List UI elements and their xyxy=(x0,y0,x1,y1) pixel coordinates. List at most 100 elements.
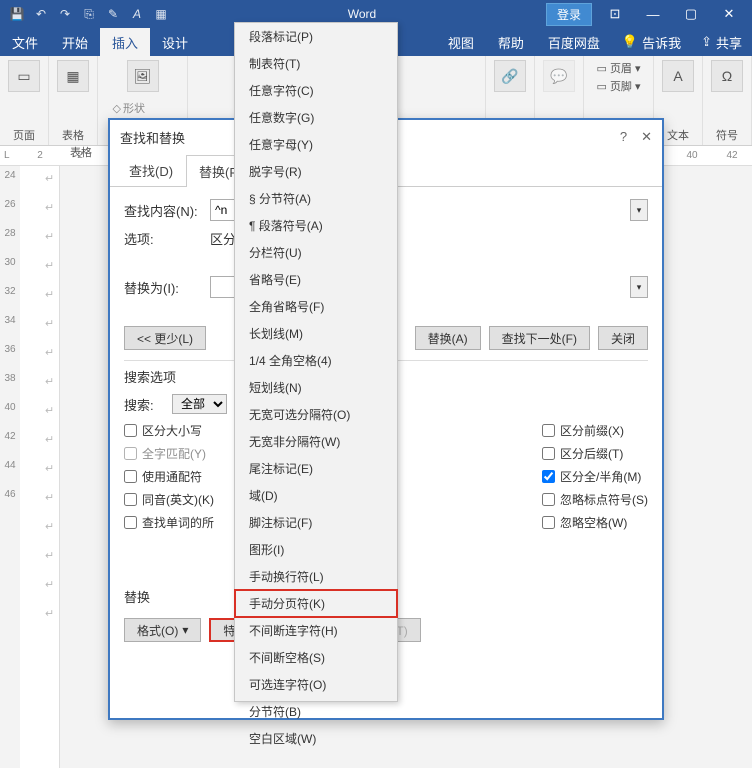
menu-item-8[interactable]: 分栏符(U) xyxy=(235,239,397,266)
chk-wildcards[interactable]: 使用通配符 xyxy=(124,468,214,485)
chk-wordforms[interactable]: 查找单词的所 xyxy=(124,514,214,531)
menu-item-21[interactable]: 手动分页符(K) xyxy=(235,590,397,617)
find-next-button[interactable]: 查找下一处(F) xyxy=(489,326,590,350)
chk-matchcase[interactable]: 区分大小写 xyxy=(124,422,214,439)
close-button[interactable]: 关闭 xyxy=(598,326,648,350)
tab-design[interactable]: 设计 xyxy=(150,28,200,56)
chk-prefix[interactable]: 区分前缀(X) xyxy=(542,422,648,439)
menu-item-9[interactable]: 省略号(E) xyxy=(235,266,397,293)
quick-access-toolbar: 💾 ↶ ↷ ⎘ ✎ A ▦ xyxy=(0,5,178,23)
search-scope-label: 搜索: xyxy=(124,395,164,414)
replace-with-label: 替换为(I): xyxy=(124,278,202,297)
qat-icon-4[interactable]: ⎘ xyxy=(80,5,98,23)
help-icon[interactable]: ? xyxy=(620,129,627,145)
shapes-icon: ◇ xyxy=(113,102,121,115)
app-title: Word xyxy=(178,7,546,21)
menu-item-5[interactable]: 脱字号(R) xyxy=(235,158,397,185)
shapes-button[interactable]: ◇形状 xyxy=(113,98,173,118)
qat-icon-5[interactable]: ✎ xyxy=(104,5,122,23)
menu-item-3[interactable]: 任意数字(G) xyxy=(235,104,397,131)
left-checks: 区分大小写 全字匹配(Y) 使用通配符 同音(英文)(K) 查找单词的所 xyxy=(124,422,214,531)
menu-item-16[interactable]: 尾注标记(E) xyxy=(235,455,397,482)
menu-item-4[interactable]: 任意字母(Y) xyxy=(235,131,397,158)
tab-baidu[interactable]: 百度网盘 xyxy=(536,28,612,56)
symbol-icon[interactable]: Ω xyxy=(711,60,743,92)
chk-suffix[interactable]: 区分后缀(T) xyxy=(542,445,648,462)
tab-help[interactable]: 帮助 xyxy=(486,28,536,56)
lightbulb-icon: 💡 xyxy=(622,34,638,50)
ribbon-group-symbol: Ω 符号 xyxy=(703,56,752,145)
chk-wholeword[interactable]: 全字匹配(Y) xyxy=(124,445,214,462)
redo-icon[interactable]: ↷ xyxy=(56,5,74,23)
menu-item-19[interactable]: 图形(I) xyxy=(235,536,397,563)
tab-file[interactable]: 文件 xyxy=(0,28,50,56)
font-icon[interactable]: A xyxy=(128,5,146,23)
vertical-ruler: 24 26 28 30 32 34 36 38 40 42 44 46 xyxy=(0,166,20,768)
tell-me-search[interactable]: 💡 告诉我 xyxy=(612,33,691,52)
minimize-button[interactable]: — xyxy=(638,7,668,22)
textbox-icon[interactable]: A xyxy=(662,60,694,92)
chk-ignorespace[interactable]: 忽略空格(W) xyxy=(542,514,648,531)
table-sub-label: 表格 xyxy=(70,144,92,160)
qat-icon-7[interactable]: ▦ xyxy=(152,5,170,23)
ribbon-group-table: ▦ 表格 xyxy=(49,56,98,145)
ribbon-group-page: ▭ 页面 xyxy=(0,56,49,145)
format-button[interactable]: 格式(O) ▾ xyxy=(124,618,201,642)
picture-icon[interactable]: 🖼 xyxy=(127,60,159,92)
close-icon[interactable]: ✕ xyxy=(641,129,652,145)
chk-ignorepunct[interactable]: 忽略标点符号(S) xyxy=(542,491,648,508)
find-history-dropdown[interactable]: ▾ xyxy=(630,199,648,221)
menu-item-0[interactable]: 段落标记(P) xyxy=(235,23,397,50)
menu-item-17[interactable]: 域(D) xyxy=(235,482,397,509)
login-button[interactable]: 登录 xyxy=(546,3,592,26)
menu-item-11[interactable]: 长划线(M) xyxy=(235,320,397,347)
tab-find[interactable]: 查找(D) xyxy=(116,154,186,186)
menu-item-14[interactable]: 无宽可选分隔符(O) xyxy=(235,401,397,428)
paragraph-marks-column: ↵ ↵↵ ↵↵ ↵↵ ↵↵ ↵↵ ↵↵ ↵↵ ↵ xyxy=(45,166,65,768)
replace-history-dropdown[interactable]: ▾ xyxy=(630,276,648,298)
menu-item-20[interactable]: 手动换行符(L) xyxy=(235,563,397,590)
chk-fullhalf[interactable]: 区分全/半角(M) xyxy=(542,468,648,485)
header-button[interactable]: ▭ 页眉 ▾ xyxy=(596,60,640,76)
para-mark: ↵ xyxy=(45,172,65,185)
replace-all-button[interactable]: 替换(A) xyxy=(415,326,481,350)
tab-home[interactable]: 开始 xyxy=(50,28,100,56)
menu-item-24[interactable]: 可选连字符(O) xyxy=(235,671,397,698)
link-icon[interactable]: 🔗 xyxy=(494,60,526,92)
ribbon-options-icon[interactable]: ⊡ xyxy=(600,6,630,22)
page-icon[interactable]: ▭ xyxy=(8,60,40,92)
close-window-button[interactable]: ✕ xyxy=(714,6,744,22)
menu-item-7[interactable]: ¶ 段落符号(A) xyxy=(235,212,397,239)
menu-item-22[interactable]: 不间断连字符(H) xyxy=(235,617,397,644)
options-label: 选项: xyxy=(124,229,202,248)
chevron-down-icon: ▾ xyxy=(182,623,188,637)
right-checks: 区分前缀(X) 区分后缀(T) 区分全/半角(M) 忽略标点符号(S) 忽略空格… xyxy=(542,422,648,531)
special-format-menu: 段落标记(P)制表符(T)任意字符(C)任意数字(G)任意字母(Y)脱字号(R)… xyxy=(234,22,398,702)
undo-icon[interactable]: ↶ xyxy=(32,5,50,23)
menu-item-6[interactable]: § 分节符(A) xyxy=(235,185,397,212)
menu-item-23[interactable]: 不间断空格(S) xyxy=(235,644,397,671)
save-icon[interactable]: 💾 xyxy=(8,5,26,23)
menu-item-1[interactable]: 制表符(T) xyxy=(235,50,397,77)
menu-item-15[interactable]: 无宽非分隔符(W) xyxy=(235,428,397,455)
chk-soundslike[interactable]: 同音(英文)(K) xyxy=(124,491,214,508)
menu-item-12[interactable]: 1/4 全角空格(4) xyxy=(235,347,397,374)
less-button[interactable]: << 更少(L) xyxy=(124,326,206,350)
options-value: 区分 xyxy=(210,229,236,248)
menu-item-10[interactable]: 全角省略号(F) xyxy=(235,293,397,320)
footer-button[interactable]: ▭ 页脚 ▾ xyxy=(596,78,640,94)
search-scope-select[interactable]: 全部 xyxy=(172,394,227,414)
comment-icon[interactable]: 💬 xyxy=(543,60,575,92)
menu-item-2[interactable]: 任意字符(C) xyxy=(235,77,397,104)
maximize-button[interactable]: ▢ xyxy=(676,6,706,22)
menu-item-18[interactable]: 脚注标记(F) xyxy=(235,509,397,536)
menu-item-25[interactable]: 分节符(B) xyxy=(235,698,397,725)
find-what-label: 查找内容(N): xyxy=(124,201,202,220)
share-button[interactable]: ⇪ 共享 xyxy=(691,33,752,52)
menu-item-13[interactable]: 短划线(N) xyxy=(235,374,397,401)
menu-item-26[interactable]: 空白区域(W) xyxy=(235,725,397,752)
tab-insert[interactable]: 插入 xyxy=(100,28,150,56)
tab-view[interactable]: 视图 xyxy=(436,28,486,56)
share-icon: ⇪ xyxy=(701,34,712,50)
table-icon[interactable]: ▦ xyxy=(57,60,89,92)
